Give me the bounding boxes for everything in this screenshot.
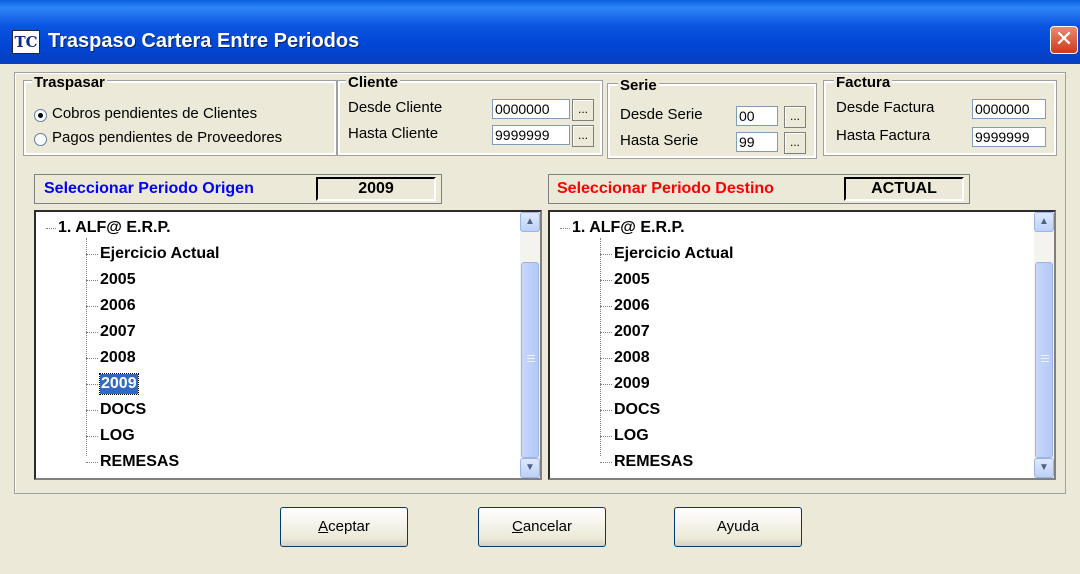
hasta-cliente-label: Hasta Cliente (348, 125, 439, 142)
scroll-thumb[interactable] (1035, 262, 1053, 458)
origen-tree-node[interactable]: 2006 (100, 296, 136, 316)
help-button[interactable]: Ayuda (674, 507, 802, 547)
origen-tree-node[interactable]: LOG (100, 426, 135, 446)
destino-tree-node[interactable]: 2006 (614, 296, 650, 316)
destino-tree-node[interactable]: 2009 (614, 374, 650, 394)
accept-button[interactable]: Aceptar (280, 507, 408, 547)
destino-tree-node[interactable]: 2008 (614, 348, 650, 368)
destino-tree-node[interactable]: REMESAS (614, 452, 693, 472)
desde-serie-input[interactable]: 00 (736, 106, 778, 126)
desde-cliente-label: Desde Cliente (348, 99, 443, 116)
scroll-up-icon[interactable]: ▲ (520, 212, 540, 232)
hasta-factura-label: Hasta Factura (836, 127, 931, 144)
origen-tree-node[interactable]: 2007 (100, 322, 136, 342)
radio-cobros-input[interactable] (34, 109, 47, 122)
origen-tree-node[interactable]: 2008 (100, 348, 136, 368)
title-bar[interactable]: TC Traspaso Cartera Entre Periodos ✕ (0, 0, 1080, 64)
destino-tree-node[interactable]: 2005 (614, 270, 650, 290)
desde-serie-browse-button[interactable]: ... (784, 106, 806, 128)
close-button[interactable]: ✕ (1050, 26, 1078, 54)
cliente-legend: Cliente (346, 74, 401, 91)
window-title: Traspaso Cartera Entre Periodos (48, 30, 360, 52)
factura-group: Factura Desde Factura 0000000 Hasta Fact… (823, 75, 1057, 156)
origen-scrollbar[interactable]: ▲ ▼ (520, 212, 540, 478)
destino-tree-node[interactable]: 2007 (614, 322, 650, 342)
origen-tree-node[interactable]: REMESAS (100, 452, 179, 472)
scroll-thumb[interactable] (521, 262, 539, 458)
desde-cliente-input[interactable]: 0000000 (492, 99, 570, 119)
destino-value[interactable]: ACTUAL (844, 177, 964, 201)
hasta-serie-browse-button[interactable]: ... (784, 132, 806, 154)
cancel-button[interactable]: Cancelar (478, 507, 606, 547)
hasta-serie-label: Hasta Serie (620, 132, 699, 149)
cliente-group: Cliente Desde Cliente 0000000 ... Hasta … (337, 75, 603, 156)
factura-legend: Factura (834, 74, 893, 91)
hasta-factura-input[interactable]: 9999999 (972, 127, 1046, 147)
desde-serie-label: Desde Serie (620, 106, 703, 123)
radio-cobros-label[interactable]: Cobros pendientes de Clientes (52, 105, 257, 122)
desde-cliente-browse-button[interactable]: ... (572, 99, 594, 121)
cancel-mnemonic: C (511, 518, 523, 535)
destino-tree-node[interactable]: Ejercicio Actual (614, 244, 733, 264)
accept-label: ceptar (328, 518, 370, 535)
scroll-up-icon[interactable]: ▲ (1034, 212, 1054, 232)
origen-tree-root[interactable]: 1. ALF@ E.R.P. (58, 218, 171, 238)
hasta-cliente-input[interactable]: 9999999 (492, 125, 570, 145)
origen-tree-node[interactable]: DOCS (100, 400, 146, 420)
radio-pagos-input[interactable] (34, 133, 47, 146)
destino-label: Seleccionar Periodo Destino (557, 180, 774, 197)
serie-group: Serie Desde Serie 00 ... Hasta Serie 99 … (607, 78, 817, 159)
destino-tree-node[interactable]: DOCS (614, 400, 660, 420)
app-icon: TC (12, 30, 40, 54)
cancel-label: ancelar (522, 518, 573, 535)
serie-legend: Serie (618, 77, 659, 94)
origen-tree-node[interactable]: Ejercicio Actual (100, 244, 219, 264)
destino-tree[interactable]: ▲ ▼ 1. ALF@ E.R.P. Ejercicio Actual 2005 20… (548, 210, 1056, 480)
origen-tree[interactable]: ▲ ▼ 1. ALF@ E.R.P. Ejercicio Actual 2005 20… (34, 210, 542, 480)
scroll-down-icon[interactable]: ▼ (1034, 458, 1054, 478)
scroll-down-icon[interactable]: ▼ (520, 458, 540, 478)
destino-scrollbar[interactable]: ▲ ▼ (1034, 212, 1054, 478)
destino-tree-root[interactable]: 1. ALF@ E.R.P. (572, 218, 685, 238)
hasta-serie-input[interactable]: 99 (736, 132, 778, 152)
origen-value[interactable]: 2009 (316, 177, 436, 201)
hasta-cliente-browse-button[interactable]: ... (572, 125, 594, 147)
traspasar-group: Traspasar Cobros pendientes de Clientes … (23, 75, 337, 156)
traspasar-legend: Traspasar (32, 74, 107, 91)
accept-mnemonic: A (318, 518, 329, 535)
radio-pagos-label[interactable]: Pagos pendientes de Proveedores (52, 129, 282, 146)
origen-tree-node[interactable]: 2005 (100, 270, 136, 290)
dialog-body: Traspasar Cobros pendientes de Clientes … (0, 64, 1080, 574)
origen-label: Seleccionar Periodo Origen (44, 180, 254, 197)
desde-factura-label: Desde Factura (836, 99, 935, 116)
destino-tree-node[interactable]: LOG (614, 426, 649, 446)
origen-tree-node[interactable]: 2009 (99, 373, 139, 395)
close-icon: ✕ (1054, 26, 1074, 51)
desde-factura-input[interactable]: 0000000 (972, 99, 1046, 119)
